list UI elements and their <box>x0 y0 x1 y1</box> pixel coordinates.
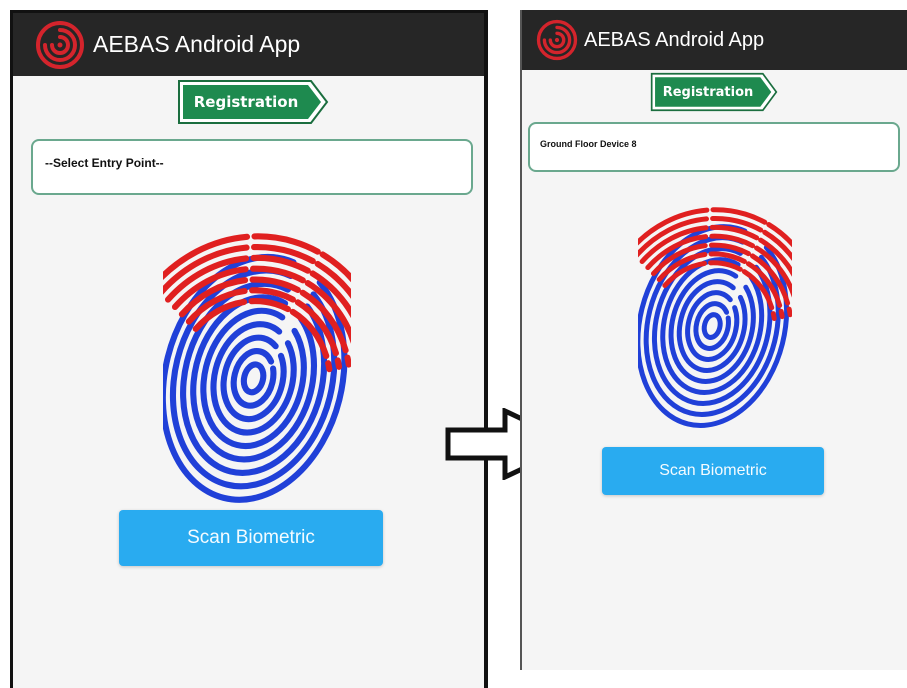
fingerprint-icon <box>151 233 391 503</box>
app-bar: AEBAS Android App <box>522 10 907 70</box>
app-title: AEBAS Android App <box>584 28 765 51</box>
entry-point-value: --Select Entry Point-- <box>45 156 164 170</box>
scan-biometric-button[interactable]: Scan Biometric <box>119 510 383 566</box>
fingerprint-icon <box>628 207 825 428</box>
registration-sign: Registration <box>177 79 329 125</box>
entry-point-select[interactable]: --Select Entry Point-- <box>31 139 473 195</box>
fingerprint-logo-icon <box>36 20 84 69</box>
registration-sign-label: Registration <box>193 93 299 111</box>
registration-sign-label: Registration <box>662 84 754 100</box>
entry-point-value: Ground Floor Device 8 <box>540 139 637 149</box>
fingerprint-graphic <box>151 215 391 510</box>
fingerprint-graphic <box>628 188 825 439</box>
scan-biometric-button[interactable]: Scan Biometric <box>602 447 824 495</box>
fingerprint-logo-icon <box>536 19 578 61</box>
entry-point-select[interactable]: Ground Floor Device 8 <box>528 122 900 172</box>
screen-before: AEBAS Android App Registration --Select … <box>10 10 488 688</box>
app-title: AEBAS Android App <box>93 31 301 57</box>
screen-after: AEBAS Android App Registration Ground Fl… <box>520 10 907 670</box>
registration-sign: Registration <box>650 72 778 112</box>
app-bar: AEBAS Android App <box>13 13 484 76</box>
